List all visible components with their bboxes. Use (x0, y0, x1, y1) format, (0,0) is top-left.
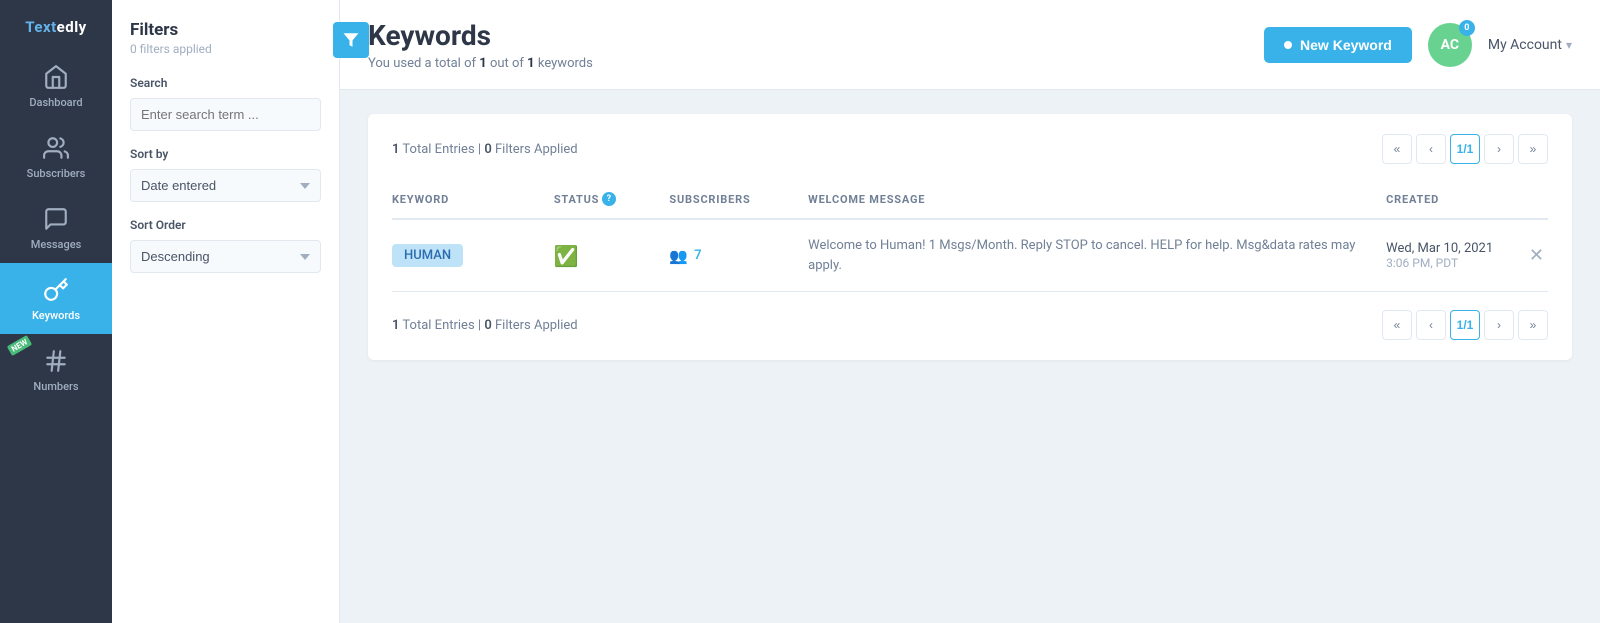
new-badge: NEW (7, 335, 33, 356)
welcome-message-cell: Welcome to Human! 1 Msgs/Month. Reply ST… (808, 219, 1386, 292)
dot-icon (1284, 41, 1292, 49)
subscribers-cell: 👥 7 (669, 219, 808, 292)
hash-icon (43, 348, 69, 374)
sort-order-select[interactable]: Descending (130, 240, 321, 273)
last-page-button-bottom[interactable]: » (1518, 310, 1548, 340)
table-meta-top: 1 Total Entries | 0 Filters Applied « ‹ … (392, 134, 1548, 164)
notification-badge: 0 (1459, 20, 1475, 36)
header-right: New Keyword AC 0 My Account ▾ (1264, 23, 1572, 67)
sidebar-item-subscribers-label: Subscribers (27, 167, 86, 180)
created-cell: Wed, Mar 10, 2021 3:06 PM, PDT (1386, 219, 1525, 292)
message-icon (43, 206, 69, 232)
subscribers-icon: 👥 (669, 247, 688, 265)
next-page-button-bottom[interactable]: › (1484, 310, 1514, 340)
keywords-used: 1 (479, 56, 486, 71)
sidebar-item-keywords-label: Keywords (32, 309, 80, 322)
pagination-top: « ‹ 1/1 › » (1382, 134, 1548, 164)
welcome-message-text: Welcome to Human! 1 Msgs/Month. Reply ST… (808, 236, 1386, 275)
page-header: Keywords You used a total of 1 out of 1 … (340, 0, 1600, 90)
key-icon (43, 277, 69, 303)
meta-text-bottom: 1 Total Entries | 0 Filters Applied (392, 318, 578, 333)
filter-panel: Filters 0 filters applied Search Sort by… (112, 0, 340, 623)
col-header-subscribers: SUBSCRIBERS (669, 182, 808, 219)
search-input[interactable] (130, 98, 321, 131)
sidebar-item-dashboard[interactable]: Dashboard (0, 50, 112, 121)
page-subtitle: You used a total of 1 out of 1 keywords (368, 56, 593, 71)
filter-title: Filters (130, 20, 321, 40)
prev-page-button-bottom[interactable]: ‹ (1416, 310, 1446, 340)
table-header: KEYWORD STATUS ? SUBSCRIBERS WEL (392, 182, 1548, 219)
sidebar-item-messages-label: Messages (31, 238, 82, 251)
avatar[interactable]: AC 0 (1428, 23, 1472, 67)
my-account-link[interactable]: My Account ▾ (1488, 37, 1572, 53)
filter-icon (333, 22, 369, 58)
next-page-button[interactable]: › (1484, 134, 1514, 164)
users-icon (43, 135, 69, 161)
sidebar-item-subscribers[interactable]: Subscribers (0, 121, 112, 192)
pagination-bottom: « ‹ 1/1 › » (1382, 310, 1548, 340)
first-page-button-bottom[interactable]: « (1382, 310, 1412, 340)
table-body: HUMAN ✅ 👥 7 Welcome to Human! 1 (392, 219, 1548, 292)
col-header-status: STATUS ? (554, 182, 670, 219)
meta-text-top: 1 Total Entries | 0 Filters Applied (392, 142, 578, 157)
new-keyword-button[interactable]: New Keyword (1264, 27, 1412, 63)
content-area: 1 Total Entries | 0 Filters Applied « ‹ … (340, 90, 1600, 623)
keywords-table: KEYWORD STATUS ? SUBSCRIBERS WEL (392, 182, 1548, 292)
app-logo: Textedly (0, 0, 112, 50)
col-header-keyword: KEYWORD (392, 182, 554, 219)
delete-button[interactable]: ✕ (1525, 245, 1548, 266)
sort-by-select[interactable]: Date entered (130, 169, 321, 202)
search-label: Search (130, 76, 321, 90)
prev-page-button[interactable]: ‹ (1416, 134, 1446, 164)
home-icon (43, 64, 69, 90)
sidebar-item-messages[interactable]: Messages (0, 192, 112, 263)
first-page-button[interactable]: « (1382, 134, 1412, 164)
status-info[interactable]: STATUS ? (554, 192, 616, 206)
info-icon: ? (602, 192, 616, 206)
table-row: HUMAN ✅ 👥 7 Welcome to Human! 1 (392, 219, 1548, 292)
col-header-action (1525, 182, 1548, 219)
created-date: Wed, Mar 10, 2021 (1386, 241, 1525, 256)
subscribers-count: 7 (694, 248, 701, 263)
sort-order-label: Sort Order (130, 218, 321, 232)
chevron-down-icon: ▾ (1566, 38, 1572, 52)
sidebar-item-dashboard-label: Dashboard (29, 96, 82, 109)
sidebar: Textedly Dashboard Subscribers Messages … (0, 0, 112, 623)
sidebar-item-numbers[interactable]: NEW Numbers (0, 334, 112, 405)
sort-by-label: Sort by (130, 147, 321, 161)
sidebar-item-keywords[interactable]: Keywords (0, 263, 112, 334)
keyword-value[interactable]: HUMAN (392, 244, 463, 267)
filter-subtitle: 0 filters applied (130, 42, 321, 56)
status-active-icon: ✅ (554, 244, 579, 268)
table-container: 1 Total Entries | 0 Filters Applied « ‹ … (368, 114, 1572, 360)
keyword-cell: HUMAN (392, 219, 554, 292)
current-page-indicator-bottom[interactable]: 1/1 (1450, 310, 1480, 340)
keywords-total: 1 (527, 56, 534, 71)
col-header-welcome: WELCOME MESSAGE (808, 182, 1386, 219)
main-content: Keywords You used a total of 1 out of 1 … (340, 0, 1600, 623)
title-area: Keywords You used a total of 1 out of 1 … (368, 19, 593, 71)
created-time: 3:06 PM, PDT (1386, 256, 1525, 270)
status-cell: ✅ (554, 219, 670, 292)
last-page-button[interactable]: » (1518, 134, 1548, 164)
col-header-created: CREATED (1386, 182, 1525, 219)
page-title: Keywords (368, 19, 593, 52)
table-meta-bottom: 1 Total Entries | 0 Filters Applied « ‹ … (392, 310, 1548, 340)
sidebar-item-numbers-label: Numbers (33, 380, 78, 393)
action-cell: ✕ (1525, 219, 1548, 292)
current-page-indicator[interactable]: 1/1 (1450, 134, 1480, 164)
